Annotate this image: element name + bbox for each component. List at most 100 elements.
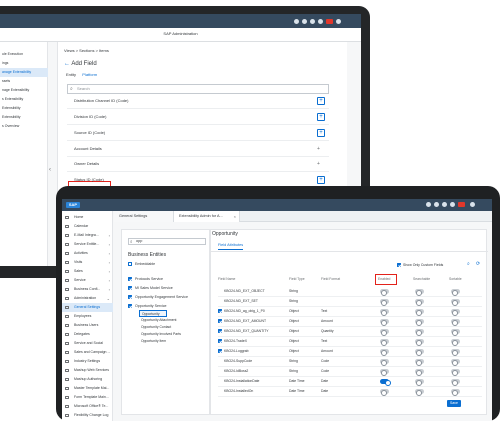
- search-icon[interactable]: ⌕: [467, 261, 470, 267]
- searchable-toggle[interactable]: [415, 359, 424, 366]
- sidebar-item[interactable]: Business Confi... ›: [62, 285, 113, 294]
- column-header[interactable]: Field Name: [218, 277, 235, 281]
- sortable-toggle[interactable]: [451, 369, 460, 376]
- enabled-toggle[interactable]: [380, 379, 391, 386]
- tab-entity[interactable]: Entity: [66, 72, 76, 77]
- back-sidebar-item[interactable]: s Overview: [0, 122, 48, 131]
- sortable-toggle[interactable]: [451, 299, 460, 306]
- back-sidebar-item[interactable]: Extensibility: [0, 104, 48, 113]
- checkbox-icon[interactable]: [128, 277, 132, 281]
- sidebar-item[interactable]: Form Template Main...: [62, 393, 113, 402]
- collapse-chevron-icon[interactable]: ‹: [49, 167, 51, 173]
- sub-entity-item[interactable]: Opportunity Contact: [139, 324, 171, 331]
- add-icon[interactable]: +: [317, 141, 320, 157]
- sidebar-item[interactable]: Activities ›: [62, 249, 113, 258]
- sortable-toggle[interactable]: [451, 389, 460, 396]
- back-sidebar-item[interactable]: ule Execution: [0, 50, 48, 59]
- row-checkbox[interactable]: [218, 309, 222, 313]
- sortable-toggle[interactable]: [451, 349, 460, 356]
- sidebar-item[interactable]: Sales ›: [62, 267, 113, 276]
- notification-icon[interactable]: [426, 202, 431, 207]
- close-icon[interactable]: ×: [234, 211, 236, 222]
- sidebar-item[interactable]: Service ›: [62, 276, 113, 285]
- back-sidebar-item[interactable]: Extensibility: [0, 113, 48, 122]
- sub-entity-item[interactable]: Opportunity Item: [139, 338, 166, 345]
- user-avatar[interactable]: [470, 202, 475, 207]
- sidebar-item[interactable]: E-Mail Integra... ›: [62, 231, 113, 240]
- flag-icon[interactable]: [326, 19, 333, 24]
- enabled-toggle[interactable]: [380, 359, 389, 366]
- checkbox-icon[interactable]: [128, 262, 132, 266]
- help-icon[interactable]: [434, 202, 439, 207]
- sidebar-item[interactable]: Delegates: [62, 330, 113, 339]
- enabled-toggle[interactable]: [380, 289, 389, 296]
- searchable-toggle[interactable]: [415, 319, 424, 326]
- row-checkbox[interactable]: [218, 329, 222, 333]
- searchable-toggle[interactable]: [415, 369, 424, 376]
- column-header[interactable]: Field Format: [321, 277, 340, 281]
- enabled-toggle[interactable]: [380, 389, 389, 396]
- help-icon[interactable]: [302, 19, 307, 24]
- entity-item[interactable]: Protocols Service: [128, 275, 163, 283]
- enabled-toggle[interactable]: [380, 369, 389, 376]
- sidebar-item[interactable]: Business Users: [62, 321, 113, 330]
- back-sidebar-item[interactable]: ings: [0, 59, 48, 68]
- checkbox-icon[interactable]: [128, 304, 132, 308]
- back-sidebar-item[interactable]: ssets: [0, 77, 48, 86]
- settings-icon[interactable]: [442, 202, 447, 207]
- enabled-toggle[interactable]: [380, 339, 389, 346]
- sidebar-item[interactable]: Home: [62, 213, 113, 222]
- tab-platform[interactable]: Platform: [82, 72, 97, 77]
- sidebar-item[interactable]: Administration ⌄: [62, 294, 113, 303]
- column-header[interactable]: Searchable: [413, 277, 430, 281]
- add-icon[interactable]: +: [317, 97, 325, 105]
- back-sidebar-item[interactable]: nage Extensibility: [0, 86, 48, 95]
- field-row[interactable]: Source ID (Code) +: [67, 125, 329, 141]
- add-icon[interactable]: +: [317, 156, 320, 172]
- sub-entity-item[interactable]: Opportunity: [139, 310, 167, 317]
- field-row[interactable]: Division ID (Code) +: [67, 109, 329, 125]
- checkbox-icon[interactable]: [128, 286, 132, 290]
- breadcrumb[interactable]: Views > Sections > Items: [64, 48, 109, 53]
- entity-item[interactable]: Embeddable: [128, 260, 155, 268]
- searchable-toggle[interactable]: [415, 299, 424, 306]
- notification-icon[interactable]: [294, 19, 299, 24]
- refresh-icon[interactable]: ⟳: [476, 261, 480, 267]
- sidebar-item[interactable]: Service Entitle... ›: [62, 240, 113, 249]
- save-button[interactable]: Save: [447, 400, 461, 407]
- tab-general-settings[interactable]: General Settings: [114, 211, 174, 222]
- checkbox-icon[interactable]: [128, 295, 132, 299]
- sidebar-item[interactable]: Mashup Web Services: [62, 366, 113, 375]
- sub-entity-item[interactable]: Opportunity Involved Parts: [139, 331, 181, 338]
- searchable-toggle[interactable]: [415, 389, 424, 396]
- column-header[interactable]: Field Type: [289, 277, 305, 281]
- add-icon[interactable]: +: [317, 129, 325, 137]
- enabled-toggle[interactable]: [380, 349, 389, 356]
- sidebar-item[interactable]: Microsoft Office® Te...: [62, 402, 113, 411]
- entity-item[interactable]: MI Sales Model Service: [128, 284, 173, 292]
- back-sidebar-item[interactable]: s Extensibility: [0, 95, 48, 104]
- searchable-toggle[interactable]: [415, 339, 424, 346]
- sortable-toggle[interactable]: [451, 329, 460, 336]
- sidebar-item[interactable]: General Settings: [62, 303, 113, 312]
- flag-icon[interactable]: [458, 202, 465, 207]
- entity-search-input[interactable]: ⌕ opp: [128, 238, 206, 245]
- add-icon[interactable]: +: [317, 176, 325, 184]
- row-checkbox[interactable]: [218, 319, 222, 323]
- settings-icon[interactable]: [310, 19, 315, 24]
- enabled-toggle[interactable]: [380, 309, 389, 316]
- show-custom-fields-checkbox[interactable]: Show Only Custom Fields: [397, 263, 443, 267]
- field-row[interactable]: Owner Details +: [67, 156, 329, 172]
- searchable-toggle[interactable]: [415, 309, 424, 316]
- searchable-toggle[interactable]: [415, 379, 424, 386]
- tab-extensibility-admin[interactable]: Extensibility Admin for A... ×: [174, 211, 240, 222]
- sortable-toggle[interactable]: [451, 289, 460, 296]
- back-sidebar-item[interactable]: anage Extensibility: [0, 68, 48, 77]
- sidebar-item[interactable]: Service and Social: [62, 339, 113, 348]
- sortable-toggle[interactable]: [451, 359, 460, 366]
- sidebar-item[interactable]: Employees: [62, 312, 113, 321]
- apps-icon[interactable]: [318, 19, 323, 24]
- enabled-toggle[interactable]: [380, 329, 389, 336]
- tab-field-attributes[interactable]: Field Attributes: [218, 243, 244, 250]
- sortable-toggle[interactable]: [451, 319, 460, 326]
